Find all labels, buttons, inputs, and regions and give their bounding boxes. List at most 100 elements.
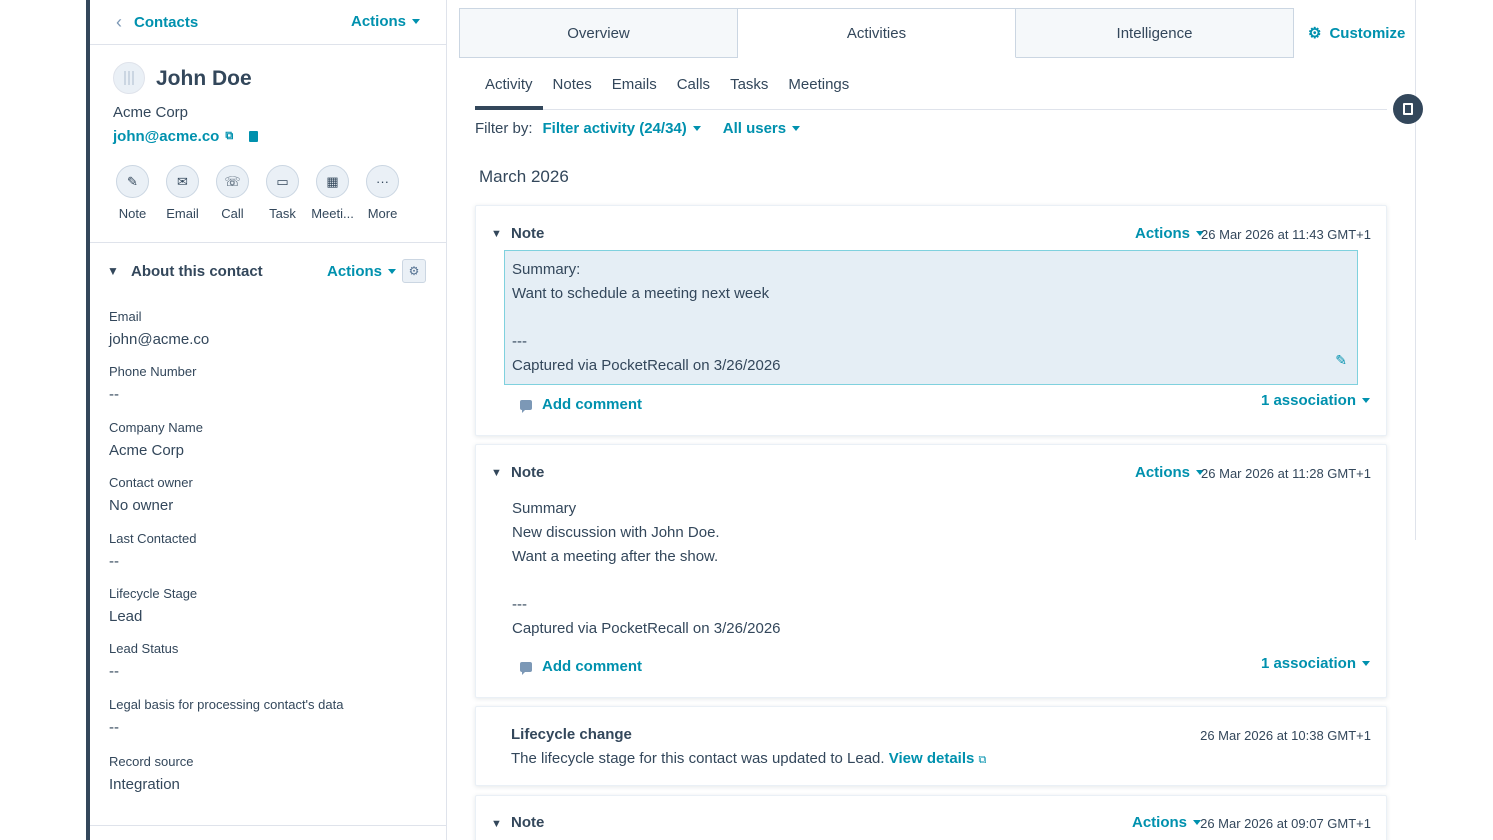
associations-dropdown[interactable]: 1 association (1261, 392, 1370, 409)
caret-down-icon (412, 19, 420, 24)
associations-dropdown[interactable]: 1 association (1261, 655, 1370, 672)
note-line: Want a meeting after the show. (512, 548, 719, 565)
note-line (512, 569, 1350, 593)
note-icon: ✎ (116, 165, 149, 198)
property-record-source[interactable]: Record source Integration (109, 754, 426, 810)
card-title[interactable]: Note (511, 814, 544, 831)
caret-down-icon (388, 269, 397, 274)
card-date: 26 Mar 2026 at 09:07 GMT+1 (1200, 816, 1371, 831)
filter-row: Filter by: Filter activity (24/34) All u… (475, 120, 822, 137)
external-link-icon[interactable]: ⧉ (979, 754, 987, 766)
quick-action-email[interactable]: ✉ Email (165, 165, 200, 221)
chevron-left-icon: ‹ (116, 12, 122, 32)
contact-email-link[interactable]: john@acme.co (113, 128, 219, 145)
card-actions-dropdown[interactable]: Actions (1135, 225, 1205, 242)
subtab-notes[interactable]: Notes (543, 72, 602, 110)
property-label: Legal basis for processing contact's dat… (109, 697, 344, 712)
tab-overview[interactable]: Overview (459, 8, 738, 58)
record-actions-dropdown[interactable]: Actions (351, 13, 420, 30)
association-label: 1 association (1260, 392, 1356, 409)
caret-down-icon (792, 126, 801, 131)
property-contact-owner[interactable]: Contact owner No owner (109, 475, 426, 531)
copy-icon[interactable] (249, 131, 259, 142)
subtab-calls[interactable]: Calls (667, 72, 720, 110)
contact-email-row: john@acme.co ⧉ (113, 128, 259, 145)
panel-icon (1403, 103, 1413, 115)
activity-card-lifecycle: Lifecycle change 26 Mar 2026 at 10:38 GM… (475, 706, 1387, 786)
add-comment-button[interactable]: Add comment (520, 396, 642, 413)
note-line: New discussion with John Doe. (512, 524, 720, 541)
chevron-down-icon[interactable]: ▼ (107, 264, 119, 278)
quick-action-label: Task (269, 206, 296, 221)
property-value: Lead (109, 608, 143, 625)
tab-intelligence[interactable]: Intelligence (1016, 8, 1294, 58)
subtab-tasks[interactable]: Tasks (720, 72, 778, 110)
company-avatar (113, 62, 145, 94)
card-actions-dropdown[interactable]: Actions (1132, 814, 1202, 831)
property-value: Acme Corp (109, 442, 185, 459)
property-company-name[interactable]: Company Name Acme Corp (109, 420, 426, 475)
quick-action-more[interactable]: ··· More (365, 165, 400, 221)
customize-button[interactable]: ⚙ Customize (1308, 24, 1406, 43)
property-label: Contact owner (109, 475, 193, 490)
quick-action-label: Call (221, 206, 244, 221)
note-body[interactable]: Summary New discussion with John Doe. Wa… (504, 497, 1358, 641)
note-line (512, 306, 1350, 330)
month-heading: March 2026 (479, 167, 569, 186)
external-link-icon[interactable]: ⧉ (225, 130, 233, 143)
actions-label: Actions (1135, 225, 1191, 242)
card-title[interactable]: Note (511, 225, 544, 242)
add-comment-button[interactable]: Add comment (520, 658, 642, 675)
property-legal-basis[interactable]: Legal basis for processing contact's dat… (109, 697, 426, 754)
add-comment-label: Add comment (542, 658, 643, 675)
property-email[interactable]: Email john@acme.co (109, 309, 426, 364)
property-phone[interactable]: Phone Number -- (109, 364, 426, 420)
pencil-icon[interactable]: ✎ (1335, 348, 1347, 372)
gear-icon: ⚙ (1308, 25, 1322, 42)
property-value: -- (109, 663, 119, 680)
association-label: 1 association (1260, 655, 1356, 672)
property-label: Lead Status (109, 641, 179, 656)
caret-down-icon (1362, 398, 1370, 403)
chevron-down-icon[interactable]: ▼ (491, 228, 502, 240)
about-actions-dropdown[interactable]: Actions (327, 263, 397, 280)
filter-activity-dropdown[interactable]: Filter activity (24/34) (543, 120, 701, 137)
lifecycle-text-row: The lifecycle stage for this contact was… (511, 750, 986, 767)
chevron-down-icon[interactable]: ▼ (491, 818, 502, 830)
subtab-activity[interactable]: Activity (475, 72, 543, 110)
note-line: --- (512, 333, 527, 350)
activity-subtabs: Activity Notes Emails Calls Tasks Meetin… (475, 72, 1387, 110)
caret-down-icon (1362, 661, 1370, 666)
quick-action-meeting[interactable]: ▦ Meeti... (311, 165, 354, 221)
property-value: -- (109, 386, 119, 403)
back-to-contacts-link[interactable]: ‹ Contacts (116, 12, 198, 33)
divider (90, 825, 446, 826)
activity-card-note: ▼ Note Actions 26 Mar 2026 at 09:07 GMT+… (475, 795, 1387, 840)
property-label: Company Name (109, 420, 203, 435)
settings-gear-icon[interactable]: ⚙ (402, 259, 426, 283)
subtab-meetings[interactable]: Meetings (778, 72, 859, 110)
about-section-title[interactable]: About this contact (131, 263, 263, 280)
note-body[interactable]: Summary: Want to schedule a meeting next… (504, 250, 1358, 385)
filter-users-dropdown[interactable]: All users (723, 120, 801, 137)
card-title[interactable]: Note (511, 464, 544, 481)
note-line: --- (512, 596, 527, 613)
property-last-contacted[interactable]: Last Contacted -- (109, 531, 426, 586)
subtab-emails[interactable]: Emails (602, 72, 667, 110)
card-actions-dropdown[interactable]: Actions (1135, 464, 1205, 481)
quick-action-call[interactable]: ☏ Call (215, 165, 250, 221)
filter-label: Filter by: (475, 120, 533, 137)
sidebar-toggle-button[interactable] (1393, 94, 1423, 124)
property-value: john@acme.co (109, 331, 210, 348)
view-details-link[interactable]: View details (889, 750, 975, 767)
tab-activities[interactable]: Activities (738, 8, 1016, 58)
card-title[interactable]: Lifecycle change (511, 726, 632, 743)
property-lead-status[interactable]: Lead Status -- (109, 641, 426, 697)
caret-down-icon (692, 126, 701, 131)
actions-label: Actions (350, 13, 406, 30)
quick-action-task[interactable]: ▭ Task (265, 165, 300, 221)
chevron-down-icon[interactable]: ▼ (491, 467, 502, 479)
property-lifecycle-stage[interactable]: Lifecycle Stage Lead (109, 586, 426, 641)
quick-action-note[interactable]: ✎ Note (115, 165, 150, 221)
customize-label: Customize (1329, 24, 1406, 42)
